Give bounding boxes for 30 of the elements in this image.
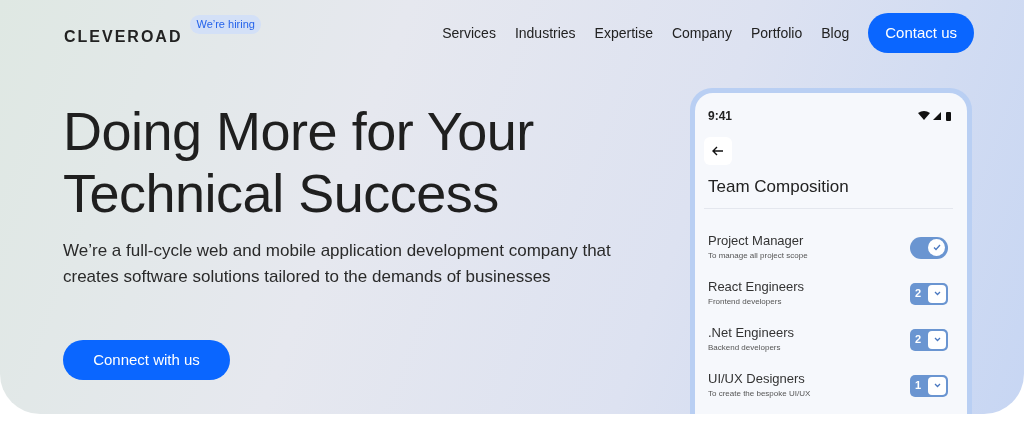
nav-link[interactable]: Industries bbox=[514, 22, 576, 44]
status-icons bbox=[918, 111, 954, 121]
row-subtitle: To create the bespoke UI/UX bbox=[708, 388, 811, 400]
status-time: 9:41 bbox=[708, 108, 733, 125]
back-arrow-icon bbox=[712, 146, 724, 156]
nav-link[interactable]: Blog bbox=[821, 22, 850, 44]
chevron-down-icon bbox=[933, 291, 941, 296]
chevron-down-icon bbox=[933, 383, 941, 388]
row-title: UI/UX Designers bbox=[708, 371, 806, 387]
row-title: .Net Engineers bbox=[708, 325, 794, 341]
nav-link[interactable]: Expertise bbox=[594, 22, 653, 44]
connect-button[interactable]: Connect with us bbox=[63, 340, 230, 380]
back-button[interactable] bbox=[704, 137, 732, 165]
headline: Doing More for Your Technical Success bbox=[63, 100, 535, 224]
row-subtitle: Frontend developers bbox=[708, 296, 783, 308]
screen-title: Team Composition bbox=[707, 176, 850, 198]
row-subtitle: Backend developers bbox=[708, 342, 782, 354]
nav-link[interactable]: Portfolio bbox=[750, 22, 803, 44]
chevron-down-icon bbox=[933, 337, 941, 342]
nav-link[interactable]: Company bbox=[671, 22, 732, 44]
hiring-badge[interactable]: We’re hiring bbox=[190, 15, 261, 34]
row-title: React Engineers bbox=[708, 279, 805, 295]
row-title: Project Manager bbox=[708, 233, 805, 249]
row-subtitle: To manage all project scope bbox=[708, 250, 808, 262]
logo[interactable]: CLEVEROAD bbox=[64, 25, 183, 49]
toggle-switch[interactable] bbox=[910, 236, 948, 259]
nav-link[interactable]: Services bbox=[442, 22, 496, 44]
description: We’re a full-cycle web and mobile application development company that creates software solutions tailored to the demands of businesses bbox=[63, 240, 612, 288]
check-icon bbox=[932, 244, 941, 251]
contact-button[interactable]: Contact us bbox=[868, 13, 974, 53]
